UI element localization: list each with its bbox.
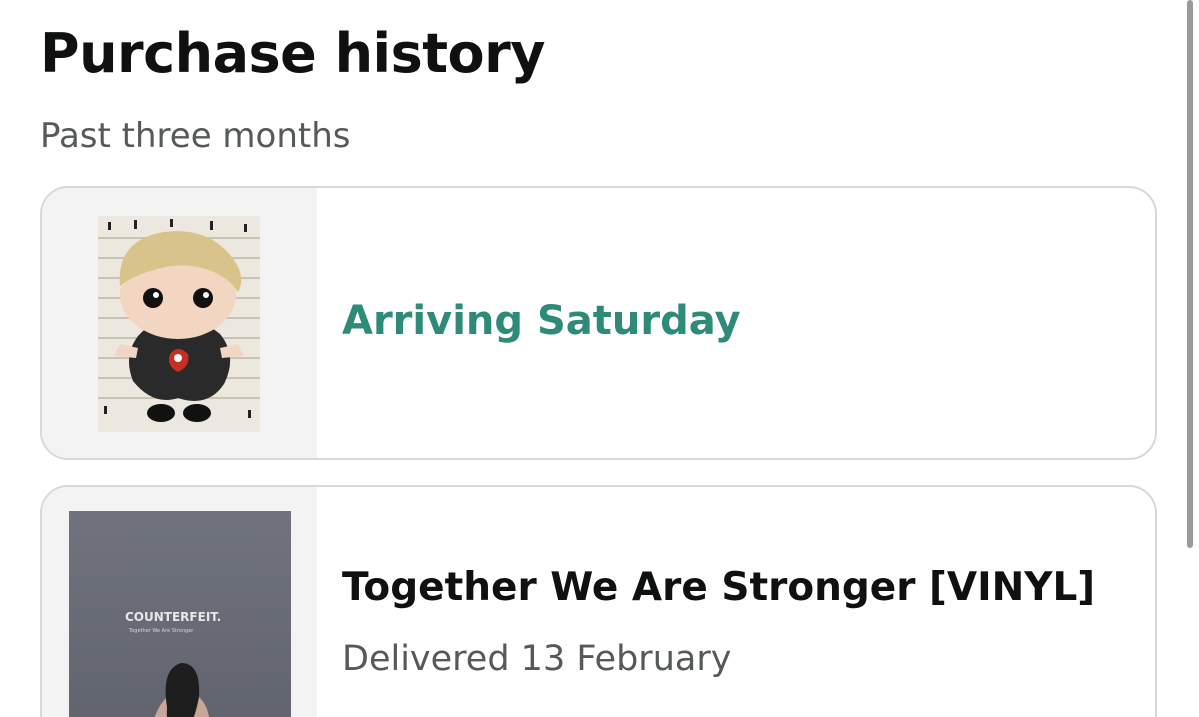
product-thumbnail[interactable]: COUNTERFEIT. Together We Are Stronger (42, 487, 317, 717)
purchase-history-page: Purchase history Past three months Arriv… (0, 0, 1199, 717)
funko-pop-figure-image (98, 216, 260, 432)
delivery-status: Delivered 13 February (342, 639, 732, 679)
order-status: Arriving Saturday (342, 298, 741, 344)
product-title[interactable]: Together We Are Stronger [VINYL] (342, 565, 1135, 610)
page-subtitle: Past three months (40, 116, 351, 156)
order-card[interactable]: COUNTERFEIT. Together We Are Stronger To… (40, 485, 1157, 717)
product-thumbnail[interactable] (42, 188, 317, 458)
page-title: Purchase history (40, 22, 545, 85)
album-band-name: COUNTERFEIT. (125, 610, 221, 624)
scrollbar[interactable] (1187, 0, 1193, 548)
order-card[interactable]: Arriving Saturday (40, 186, 1157, 460)
album-cover-image: COUNTERFEIT. Together We Are Stronger (69, 511, 291, 717)
album-subtitle: Together We Are Stronger (128, 628, 194, 634)
